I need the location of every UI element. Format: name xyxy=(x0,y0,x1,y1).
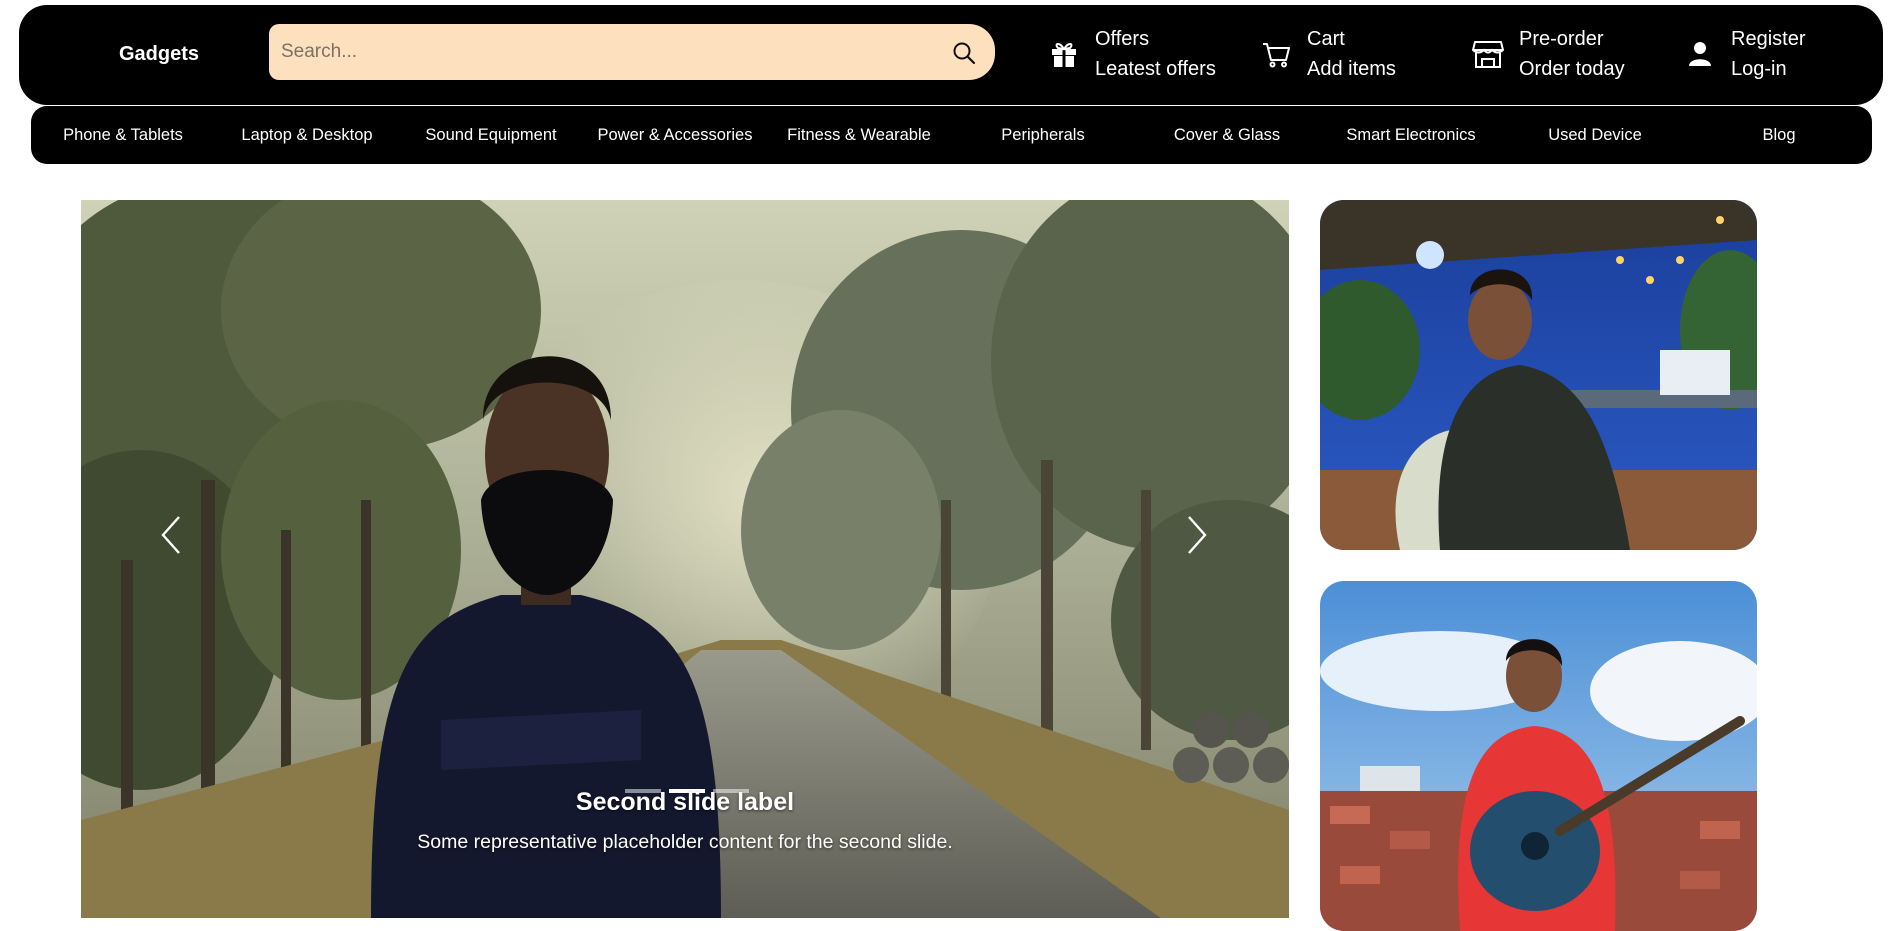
side-promo-image-bottom[interactable] xyxy=(1320,581,1757,931)
side-photo-restaurant xyxy=(1320,200,1757,550)
nav-blog[interactable]: Blog xyxy=(1687,106,1871,164)
nav-smart-electronics[interactable]: Smart Electronics xyxy=(1319,106,1503,164)
nav-fitness-wearable[interactable]: Fitness & Wearable xyxy=(767,106,951,164)
nav-used-device[interactable]: Used Device xyxy=(1503,106,1687,164)
preorder-title: Pre-order xyxy=(1519,28,1604,50)
category-nav: Phone & Tablets Laptop & Desktop Sound E… xyxy=(31,106,1872,164)
nav-phone-tablets[interactable]: Phone & Tablets xyxy=(31,106,215,164)
header-cart-link[interactable]: Cart Add items xyxy=(1259,24,1396,84)
slide-caption-text: Some representative placeholder content … xyxy=(417,831,953,853)
chevron-left-icon xyxy=(161,516,180,554)
offers-title: Offers xyxy=(1095,28,1150,50)
search-icon[interactable] xyxy=(951,40,977,66)
nav-laptop-desktop[interactable]: Laptop & Desktop xyxy=(215,106,399,164)
header-account-link[interactable]: Register Log-in xyxy=(1683,24,1805,84)
store-icon xyxy=(1471,37,1505,71)
login-subtitle: Log-in xyxy=(1731,58,1787,80)
cart-subtitle: Add items xyxy=(1307,58,1396,80)
carousel-prev-button[interactable] xyxy=(143,490,199,580)
header-preorder-link[interactable]: Pre-order Order today xyxy=(1471,24,1625,84)
user-icon xyxy=(1683,37,1717,71)
register-title: Register xyxy=(1731,28,1806,50)
brand-logo[interactable]: Gadgets xyxy=(119,43,199,66)
preorder-subtitle: Order today xyxy=(1519,58,1625,80)
nav-sound-equipment[interactable]: Sound Equipment xyxy=(399,106,583,164)
chevron-right-icon xyxy=(1188,516,1207,554)
side-promo-image-top[interactable] xyxy=(1320,200,1757,550)
side-photo-guitarist xyxy=(1320,581,1757,931)
offers-subtitle: Leatest offers xyxy=(1095,58,1216,80)
gift-icon xyxy=(1047,37,1081,71)
nav-cover-glass[interactable]: Cover & Glass xyxy=(1135,106,1319,164)
top-header: Gadgets Offers Leatest offers xyxy=(19,5,1883,105)
cart-icon xyxy=(1259,37,1293,71)
search-input[interactable] xyxy=(269,24,929,80)
nav-power-accessories[interactable]: Power & Accessories xyxy=(583,106,767,164)
search-bar xyxy=(269,24,995,80)
slide-caption-title: Second slide label xyxy=(575,788,795,816)
cart-title: Cart xyxy=(1307,28,1345,50)
hero-carousel: Second slide label Some representative p… xyxy=(81,200,1289,918)
header-offers-link[interactable]: Offers Leatest offers xyxy=(1047,24,1216,84)
nav-peripherals[interactable]: Peripherals xyxy=(951,106,1135,164)
carousel-next-button[interactable] xyxy=(1169,490,1225,580)
